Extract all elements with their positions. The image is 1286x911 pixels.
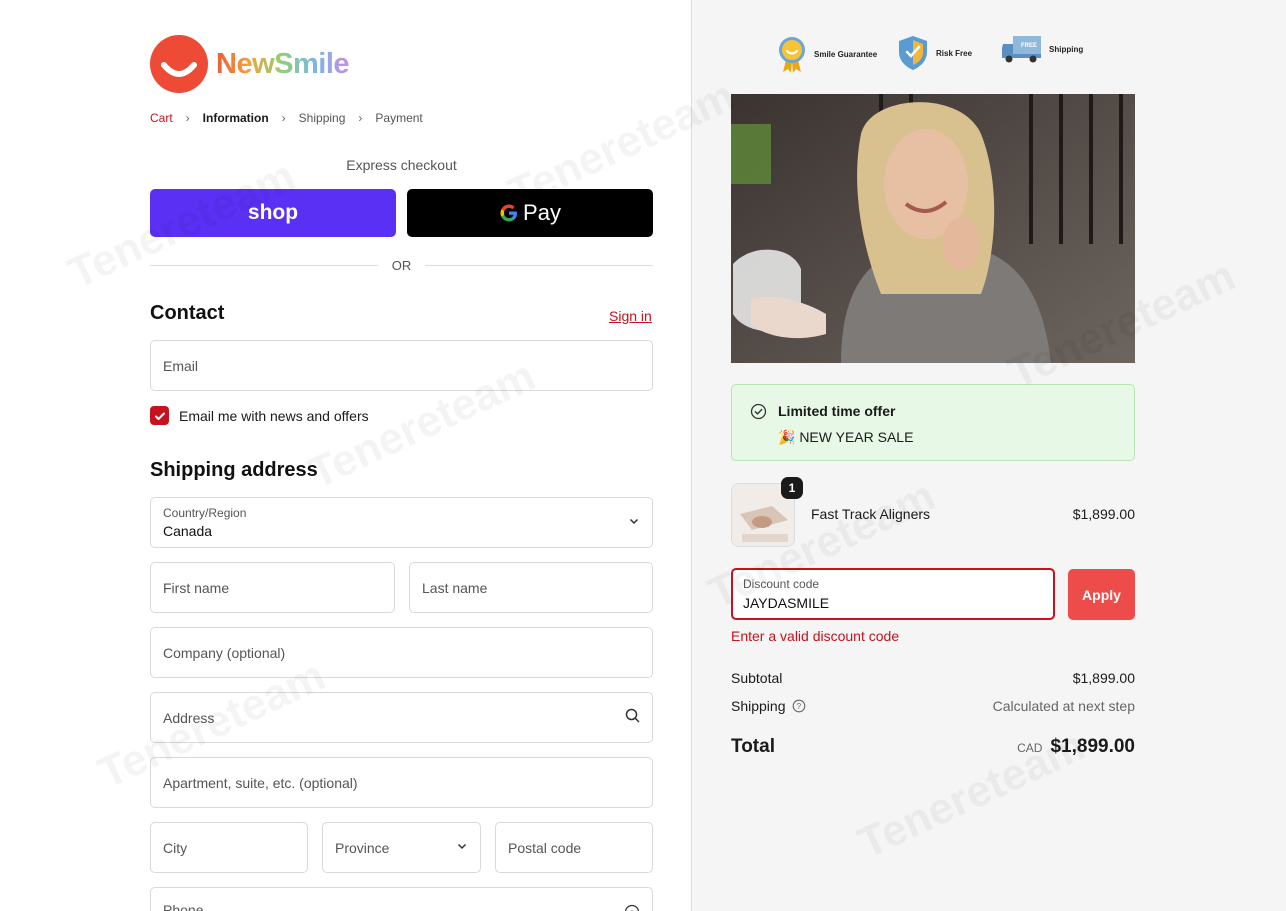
divider-line xyxy=(150,264,378,266)
svg-text:?: ? xyxy=(796,702,801,711)
sign-in-link[interactable]: Sign in xyxy=(609,308,652,324)
address-placeholder: Address xyxy=(163,709,215,726)
medal-icon xyxy=(779,37,805,73)
total-row: Total CAD $1,899.00 xyxy=(731,736,1135,762)
hero-product-image xyxy=(731,94,1135,363)
limited-offer-banner: Limited time offer 🎉 NEW YEAR SALE xyxy=(731,384,1135,461)
last-name-placeholder: Last name xyxy=(422,579,488,596)
or-text: OR xyxy=(391,257,412,273)
cart-line-item: 1 Fast Track Aligners $1,899.00 xyxy=(731,477,1135,547)
email-placeholder: Email xyxy=(163,357,199,374)
chevron-down-icon xyxy=(628,514,640,532)
province-select[interactable]: Province xyxy=(322,822,481,873)
shipping-label: Shipping xyxy=(731,698,786,714)
offer-subtitle: 🎉 NEW YEAR SALE xyxy=(778,429,914,445)
shipping-value: Calculated at next step xyxy=(992,698,1135,714)
first-name-field[interactable]: First name xyxy=(150,562,395,613)
apartment-field[interactable]: Apartment, suite, etc. (optional) xyxy=(150,757,653,808)
newsletter-option[interactable]: Email me with news and offers xyxy=(150,406,369,425)
newsletter-label: Email me with news and offers xyxy=(179,407,369,424)
order-summary-column: Smile Guarantee Risk Free FREE Shipping xyxy=(691,0,1286,911)
trust-badge-risk-free: Risk Free xyxy=(896,34,972,72)
breadcrumb-payment: Payment xyxy=(375,111,423,125)
subtotal-value: $1,899.00 xyxy=(1072,670,1135,686)
svg-text:FREE: FREE xyxy=(1021,43,1037,49)
discount-code-field[interactable]: Discount code JAYDASMILE xyxy=(731,568,1055,620)
chevron-right-icon: › xyxy=(281,111,286,125)
offer-title: Limited time offer xyxy=(778,403,896,419)
breadcrumb-shipping: Shipping xyxy=(298,111,346,125)
currency-code: CAD xyxy=(1017,741,1043,755)
breadcrumb: Cart › Information › Shipping › Payment xyxy=(150,111,423,125)
chevron-right-icon: › xyxy=(185,111,190,125)
subtotal-label: Subtotal xyxy=(731,670,783,686)
chevron-right-icon: › xyxy=(358,111,363,125)
brand-logo[interactable]: NewSmile xyxy=(150,35,350,93)
trust-badge-smile-guarantee: Smile Guarantee xyxy=(776,34,877,74)
total-amount: CAD $1,899.00 xyxy=(1017,736,1135,758)
trust-label: Risk Free xyxy=(936,48,973,58)
or-divider: OR xyxy=(150,257,653,273)
apartment-placeholder: Apartment, suite, etc. (optional) xyxy=(163,774,358,791)
trust-badge-shipping: FREE Shipping xyxy=(1001,34,1083,64)
shield-check-icon xyxy=(899,36,927,70)
product-name: Fast Track Aligners xyxy=(811,506,931,522)
divider-line xyxy=(425,264,653,266)
quantity-badge: 1 xyxy=(781,477,803,499)
google-pay-label: Pay xyxy=(523,200,561,225)
shop-pay-label: shop xyxy=(247,201,299,224)
apply-discount-button[interactable]: Apply xyxy=(1068,569,1135,620)
product-price: $1,899.00 xyxy=(1072,506,1135,522)
check-circle-icon xyxy=(750,403,767,425)
help-circle-icon[interactable] xyxy=(624,904,640,911)
total-value: $1,899.00 xyxy=(1050,736,1135,757)
discount-error: Enter a valid discount code xyxy=(731,628,900,644)
shipping-label-group: Shipping ? xyxy=(731,698,806,714)
shipping-row: Shipping ? Calculated at next step xyxy=(731,698,1135,718)
company-placeholder: Company (optional) xyxy=(163,644,286,661)
postal-code-placeholder: Postal code xyxy=(508,839,582,856)
chevron-down-icon xyxy=(456,839,468,857)
breadcrumb-information: Information xyxy=(202,111,269,125)
google-pay-button[interactable]: Pay xyxy=(407,189,653,237)
city-field[interactable]: City xyxy=(150,822,308,873)
newsletter-checkbox[interactable] xyxy=(150,406,169,425)
company-field[interactable]: Company (optional) xyxy=(150,627,653,678)
checkmark-icon xyxy=(154,412,165,420)
search-icon xyxy=(625,708,640,728)
brand-name: NewSmile xyxy=(216,47,350,80)
address-field[interactable]: Address xyxy=(150,692,653,743)
trust-label: Smile Guarantee xyxy=(814,49,878,59)
discount-label: Discount code xyxy=(743,577,820,591)
breadcrumb-cart[interactable]: Cart xyxy=(150,111,173,125)
discount-value: JAYDASMILE xyxy=(743,595,830,611)
help-circle-icon[interactable]: ? xyxy=(792,699,806,713)
country-label: Country/Region xyxy=(163,506,247,520)
province-placeholder: Province xyxy=(335,839,390,856)
city-placeholder: City xyxy=(163,839,188,856)
country-select[interactable]: Country/Region Canada xyxy=(150,497,653,548)
trust-label: Shipping xyxy=(1049,44,1084,54)
express-checkout-label: Express checkout xyxy=(346,157,457,173)
first-name-placeholder: First name xyxy=(163,579,230,596)
total-label: Total xyxy=(731,736,775,757)
subtotal-row: Subtotal $1,899.00 xyxy=(731,670,1135,690)
email-field[interactable]: Email xyxy=(150,340,653,391)
contact-heading: Contact xyxy=(150,302,225,324)
truck-icon: FREE xyxy=(1002,36,1041,63)
shipping-address-heading: Shipping address xyxy=(150,459,318,481)
checkout-form-column: NewSmile Cart › Information › Shipping ›… xyxy=(0,0,691,911)
country-value: Canada xyxy=(163,523,213,539)
last-name-field[interactable]: Last name xyxy=(409,562,653,613)
smile-logo-icon xyxy=(150,35,208,93)
google-g-icon xyxy=(500,204,518,222)
phone-placeholder: Phone xyxy=(163,902,204,911)
phone-field[interactable]: Phone xyxy=(150,887,653,911)
postal-code-field[interactable]: Postal code xyxy=(495,822,653,873)
shop-pay-button[interactable]: shop xyxy=(150,189,396,237)
